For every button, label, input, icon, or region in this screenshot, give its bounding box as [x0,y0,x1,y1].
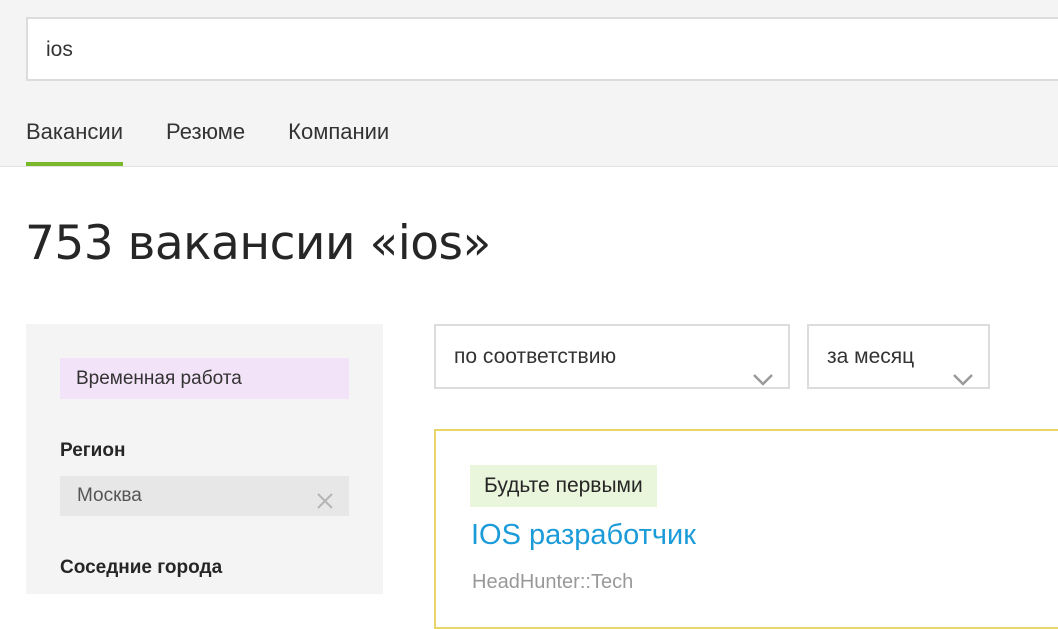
search-input[interactable] [46,35,646,65]
search-header: Вакансии Резюме Компании [0,0,1058,167]
region-label: Регион [60,440,126,461]
be-first-badge: Будьте первыми [470,465,657,507]
vacancy-company[interactable]: HeadHunter::Tech [472,571,633,594]
page-title: 753 вакансии «ios» [25,216,491,271]
close-icon[interactable] [315,486,335,509]
tab-vacancies[interactable]: Вакансии [26,104,123,166]
search-box[interactable] [26,17,1058,81]
nearby-cities-label: Соседние города [60,557,223,578]
region-chip[interactable]: Москва [60,476,349,516]
region-chip-label: Москва [77,485,142,506]
period-select-value: за месяц [827,345,915,368]
period-select[interactable]: за месяц [807,324,990,389]
vacancy-card: Будьте первыми IOS разработчик HeadHunte… [434,429,1058,629]
temp-work-filter-chip[interactable]: Временная работа [60,358,349,399]
filters-sidebar: Временная работа Регион Москва Соседние … [26,324,383,594]
chevron-down-icon [952,350,974,386]
tab-resumes[interactable]: Резюме [166,104,245,166]
sort-select-value: по соответствию [454,345,617,368]
search-tabs: Вакансии Резюме Компании [26,104,432,166]
sort-select[interactable]: по соответствию [434,324,790,389]
tab-companies[interactable]: Компании [288,104,389,166]
chevron-down-icon [752,350,774,386]
vacancy-title-link[interactable]: IOS разработчик [471,519,696,552]
